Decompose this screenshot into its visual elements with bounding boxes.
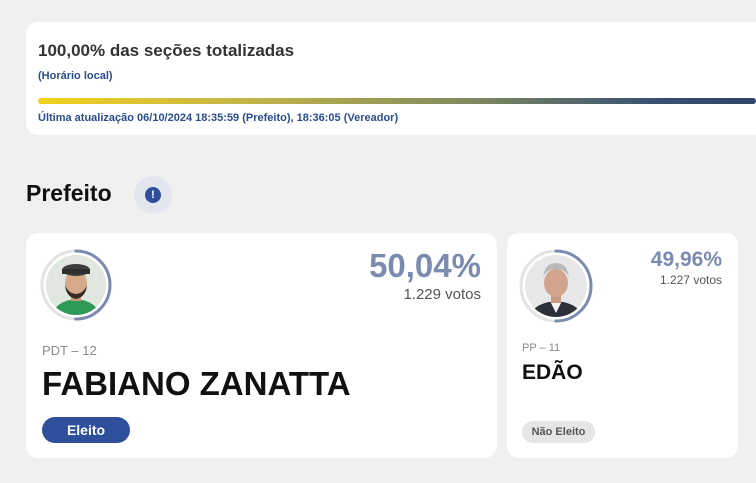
totalization-status-card: 100,00% das seções totalizadas (Horário … (26, 22, 756, 135)
candidate-avatar (38, 247, 114, 323)
elected-badge: Eleito (42, 417, 130, 443)
local-time-note: (Horário local) (38, 70, 113, 82)
candidate-card-runner-up[interactable]: 49,96% 1.227 votos PP – 11 EDÃO Não Elei… (507, 233, 738, 458)
vote-count: 1.229 votos (403, 286, 481, 303)
progress-fill (38, 98, 756, 104)
party-number: PDT – 12 (42, 343, 97, 358)
candidate-avatar (517, 247, 595, 325)
last-update-text: Última atualização 06/10/2024 18:35:59 (… (38, 112, 399, 124)
vote-count: 1.227 votos (659, 273, 722, 287)
vote-percentage: 50,04% (369, 247, 481, 284)
candidate-card-winner[interactable]: 50,04% 1.229 votos PDT – 12 FABIANO ZANA… (26, 233, 497, 458)
info-button[interactable]: ! (134, 176, 172, 214)
candidate-name: FABIANO ZANATTA (42, 365, 351, 402)
totalization-title: 100,00% das seções totalizadas (38, 41, 295, 60)
section-title: Prefeito (26, 180, 112, 206)
not-elected-badge: Não Eleito (522, 421, 595, 443)
info-icon: ! (145, 187, 161, 203)
candidate-name: EDÃO (522, 361, 583, 384)
totalization-progress-bar (38, 98, 756, 104)
vote-percentage: 49,96% (650, 248, 722, 271)
party-number: PP – 11 (522, 342, 561, 354)
